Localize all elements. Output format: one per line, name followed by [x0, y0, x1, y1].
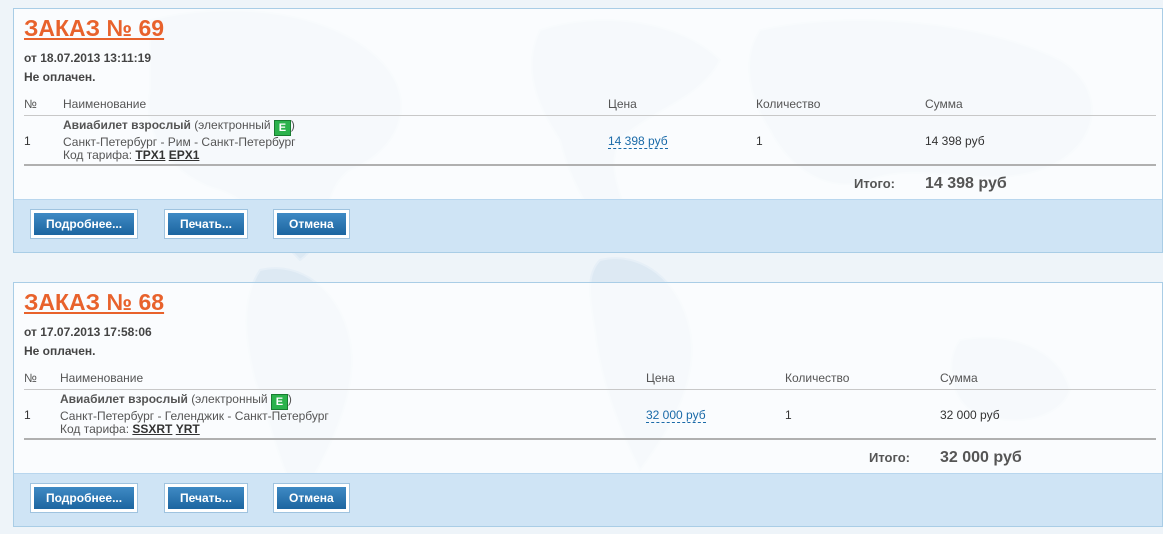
total-value: 14 398 руб	[925, 175, 1007, 192]
fare-code-link[interactable]: YRT	[176, 422, 200, 436]
product-name: Авиабилет взрослый	[60, 392, 188, 406]
header-price: Цена	[608, 97, 637, 111]
table-header: № Наименование Цена Количество Сумма	[24, 369, 1156, 390]
print-button[interactable]: Печать...	[165, 484, 247, 512]
header-price: Цена	[646, 371, 675, 385]
e-ticket-badge-icon: E	[273, 120, 291, 136]
table-row: 1 Авиабилет взрослый (электронный E) Сан…	[24, 116, 1156, 166]
order-status: Не оплачен.	[24, 70, 96, 84]
header-qty: Количество	[756, 97, 821, 111]
table-header: № Наименование Цена Количество Сумма	[24, 95, 1156, 116]
fare-label: Код тарифа:	[60, 422, 130, 436]
price-link[interactable]: 14 398 руб	[608, 134, 668, 149]
fare-line: Код тарифа: SSXRT YRT	[60, 423, 329, 436]
total-label: Итого:	[869, 450, 910, 465]
cancel-button[interactable]: Отмена	[274, 210, 349, 238]
order-card: ЗАКАЗ № 69 от 18.07.2013 13:11:19 Не опл…	[13, 8, 1163, 253]
row-num: 1	[24, 408, 31, 422]
fare-label: Код тарифа:	[63, 148, 133, 162]
header-name: Наименование	[63, 97, 147, 111]
print-button[interactable]: Печать...	[165, 210, 247, 238]
total-value: 32 000 руб	[940, 449, 1022, 466]
product-line: Авиабилет взрослый (электронный E)	[60, 393, 329, 410]
fare-code-link[interactable]: TPX1	[135, 148, 165, 162]
header-qty: Количество	[785, 371, 850, 385]
table-row: 1 Авиабилет взрослый (электронный E) Сан…	[24, 390, 1156, 440]
order-status: Не оплачен.	[24, 344, 96, 358]
row-name: Авиабилет взрослый (электронный E) Санкт…	[60, 393, 329, 436]
row-num: 1	[24, 134, 31, 148]
total-label: Итого:	[854, 176, 895, 191]
order-title-link[interactable]: ЗАКАЗ № 69	[24, 15, 164, 42]
ticket-type: (электронный	[194, 118, 271, 132]
order-title-link[interactable]: ЗАКАЗ № 68	[24, 289, 164, 316]
details-button[interactable]: Подробнее...	[31, 484, 138, 512]
fare-line: Код тарифа: TPX1 EPX1	[63, 149, 296, 162]
fare-code-link[interactable]: EPX1	[169, 148, 200, 162]
ticket-type-suffix: )	[290, 118, 295, 132]
row-sum: 32 000 руб	[940, 408, 1000, 422]
cancel-button[interactable]: Отмена	[274, 484, 349, 512]
product-line: Авиабилет взрослый (электронный E)	[63, 119, 296, 136]
product-name: Авиабилет взрослый	[63, 118, 191, 132]
row-qty: 1	[756, 134, 763, 148]
ticket-type: (электронный	[191, 392, 268, 406]
order-actions: Подробнее... Печать... Отмена	[14, 473, 1162, 526]
details-button[interactable]: Подробнее...	[31, 210, 138, 238]
header-name: Наименование	[60, 371, 144, 385]
order-actions: Подробнее... Печать... Отмена	[14, 199, 1162, 252]
row-qty: 1	[785, 408, 792, 422]
fare-code-link[interactable]: SSXRT	[132, 422, 172, 436]
header-num: №	[24, 371, 37, 385]
header-num: №	[24, 97, 37, 111]
order-card: ЗАКАЗ № 68 от 17.07.2013 17:58:06 Не опл…	[13, 282, 1163, 527]
order-date: от 17.07.2013 17:58:06	[24, 325, 152, 339]
row-name: Авиабилет взрослый (электронный E) Санкт…	[63, 119, 296, 162]
header-sum: Сумма	[940, 371, 978, 385]
row-sum: 14 398 руб	[925, 134, 985, 148]
header-sum: Сумма	[925, 97, 963, 111]
ticket-type-suffix: )	[287, 392, 292, 406]
price-link[interactable]: 32 000 руб	[646, 408, 706, 423]
e-ticket-badge-icon: E	[270, 394, 288, 410]
order-date: от 18.07.2013 13:11:19	[24, 51, 152, 65]
